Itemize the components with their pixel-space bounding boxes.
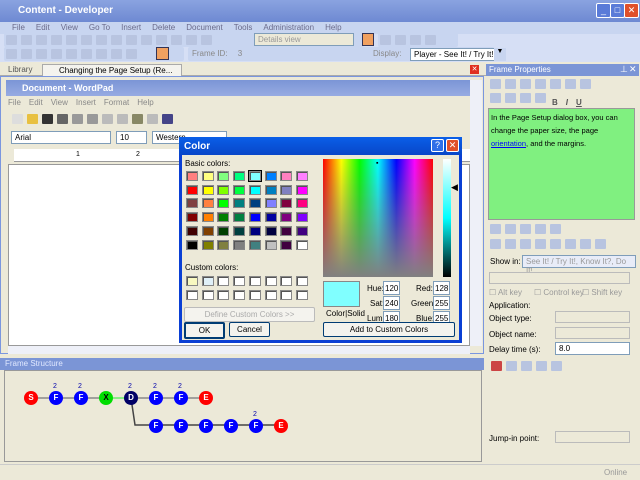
toolbar-icon[interactable] (490, 224, 501, 234)
frame-node[interactable]: F (149, 419, 163, 433)
frame-node[interactable]: E (274, 419, 288, 433)
shift-key-label: Shift key (591, 288, 623, 297)
pin-icon[interactable]: ⊥ (620, 64, 628, 75)
frame-properties-title: Frame Properties (486, 64, 639, 76)
show-in-label: Show in: (490, 257, 521, 266)
object-name-input[interactable] (555, 327, 630, 339)
bold-icon[interactable]: B (552, 98, 558, 107)
frame-node[interactable]: E (199, 391, 213, 405)
justify-icon[interactable] (535, 93, 546, 103)
toolbar-icon[interactable] (520, 239, 531, 249)
delay-label: Delay time (s): (489, 345, 541, 354)
toolbar-icon[interactable] (505, 224, 516, 234)
cut-icon[interactable] (490, 79, 501, 89)
close-button[interactable]: ✕ (624, 3, 639, 18)
toolbar-icon[interactable] (595, 239, 606, 249)
show-in-select[interactable]: See It! / Try It!, Know It?, Do It! (522, 255, 636, 275)
toolbar-icon[interactable] (580, 239, 591, 249)
status-bar (0, 464, 640, 480)
object-type-select[interactable] (555, 311, 630, 323)
italic-icon[interactable]: I (566, 98, 568, 107)
properties-icons-2 (488, 237, 638, 253)
online-status: Online (604, 468, 628, 477)
align-right-icon[interactable] (520, 93, 531, 103)
delay-select[interactable]: 8.0 (555, 342, 630, 355)
frame-node[interactable]: F (49, 391, 63, 405)
minimize-button[interactable]: _ (596, 3, 611, 18)
align-left-icon[interactable] (490, 93, 501, 103)
frame-node-count: 2 (53, 383, 57, 390)
action-icons (489, 359, 629, 375)
delete-icon[interactable] (535, 79, 546, 89)
frame-text-end: , and the margins. (526, 139, 587, 148)
frame-node[interactable]: F (174, 391, 188, 405)
frame-node[interactable]: F (74, 391, 88, 405)
object-type-label: Object type: (489, 314, 532, 323)
alt-key-checkbox[interactable]: ☐ Alt key (489, 288, 522, 297)
toolbar-icon[interactable] (505, 239, 516, 249)
alt-key-label: Alt key (497, 288, 522, 297)
frame-node[interactable]: F (224, 419, 238, 433)
frame-node-count: 2 (153, 383, 157, 390)
jump-in-label: Jump-in point: (489, 434, 540, 443)
action-select[interactable] (489, 272, 630, 284)
timer-icon[interactable] (536, 361, 547, 371)
frame-node[interactable]: F (174, 419, 188, 433)
shift-key-checkbox[interactable]: ☐ Shift key (582, 288, 622, 297)
rectangle-icon[interactable] (506, 361, 517, 371)
control-key-checkbox[interactable]: ☐ Control key (534, 288, 584, 297)
printer-icon[interactable] (521, 361, 532, 371)
frame-node[interactable]: F (199, 419, 213, 433)
frame-text-body: In the Page Setup dialog box, you can ch… (491, 113, 618, 135)
properties-toolbar-2: BIU (488, 91, 638, 107)
application-label: Application: (489, 301, 531, 310)
paste-icon[interactable] (520, 79, 531, 89)
toolbar-icon[interactable] (535, 239, 546, 249)
frame-node[interactable]: S (24, 391, 38, 405)
click-area-icon[interactable] (491, 361, 502, 371)
orientation-link[interactable]: orientation (491, 139, 526, 148)
toolbar-icon[interactable] (550, 239, 561, 249)
toolbar-icon[interactable] (565, 79, 576, 89)
align-center-icon[interactable] (505, 93, 516, 103)
properties-icons-1 (488, 222, 638, 238)
underline-icon[interactable]: U (576, 98, 582, 107)
toolbar-icon[interactable] (550, 224, 561, 234)
frame-node[interactable]: D (124, 391, 138, 405)
frame-node-count: 2 (128, 383, 132, 390)
control-key-label: Control key (543, 288, 584, 297)
maximize-button[interactable]: □ (610, 3, 625, 18)
toolbar-icon[interactable] (565, 239, 576, 249)
chevron-down-icon[interactable]: ▼ (494, 48, 506, 61)
frame-node-count: 2 (178, 383, 182, 390)
toolbar-icon[interactable] (535, 224, 546, 234)
toolbar-icon[interactable] (580, 79, 591, 89)
frame-connectors (31, 397, 281, 426)
frame-text[interactable]: In the Page Setup dialog box, you can ch… (488, 108, 635, 220)
copy-icon[interactable] (505, 79, 516, 89)
frame-node[interactable]: F (249, 419, 263, 433)
frame-node-count: 2 (78, 383, 82, 390)
toolbar-icon[interactable] (520, 224, 531, 234)
frame-node[interactable]: X (99, 391, 113, 405)
toolbar-icon[interactable] (490, 239, 501, 249)
font-icon[interactable] (550, 79, 561, 89)
close-panel-icon[interactable]: ✕ (629, 64, 637, 75)
key-icon[interactable] (551, 361, 562, 371)
frame-node[interactable]: F (149, 391, 163, 405)
object-name-label: Object name: (489, 330, 537, 339)
jump-in-input[interactable] (555, 431, 630, 443)
frame-node-count: 2 (253, 411, 257, 418)
